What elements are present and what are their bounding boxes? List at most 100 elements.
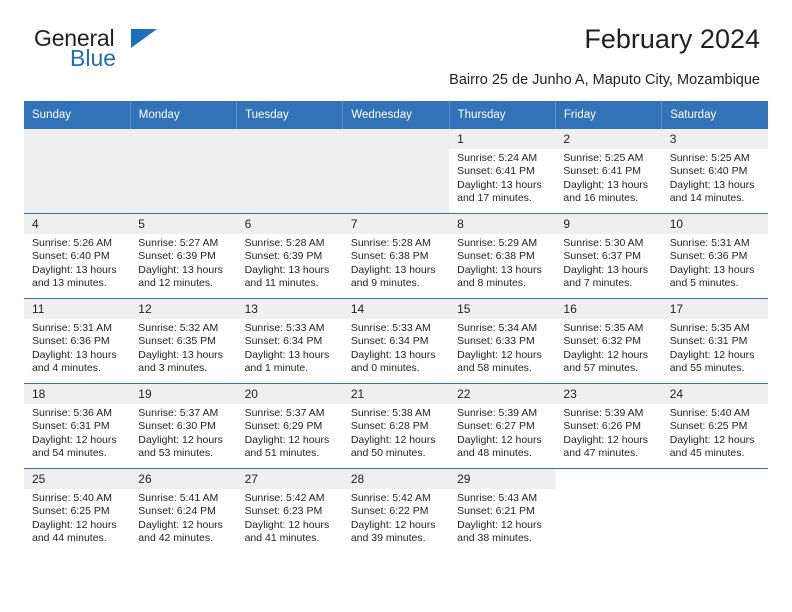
calendar-day-cell[interactable]: 2 Sunrise: 5:25 AM Sunset: 6:41 PM Daylight… — [555, 128, 662, 214]
calendar-day-cell[interactable]: 13 Sunrise: 5:33 AM Sunset: 6:34 PM Dayligh… — [236, 298, 343, 384]
calendar-day-cell[interactable]: 17 Sunrise: 5:35 AM Sunset: 6:31 PM Dayligh… — [661, 298, 768, 384]
sunset-text: Sunset: 6:41 PM — [457, 165, 535, 178]
calendar-day-cell[interactable]: 3 Sunrise: 5:25 AM Sunset: 6:40 PM Daylight… — [661, 128, 768, 214]
calendar-day-cell[interactable]: 4 Sunrise: 5:26 AM Sunset: 6:40 PM Daylight… — [24, 213, 131, 299]
calendar-day-cell[interactable]: 11 Sunrise: 5:31 AM Sunset: 6:36 PM Dayligh… — [24, 298, 131, 384]
day-number: 15 — [449, 299, 556, 319]
general-blue-logo[interactable]: General Blue — [34, 26, 204, 76]
day-details: Sunrise: 5:28 AM Sunset: 6:39 PM Daylight:… — [237, 234, 343, 291]
weekday-header-saturday: Saturday — [661, 101, 768, 129]
calendar-day-cell[interactable]: 26 Sunrise: 5:41 AM Sunset: 6:24 PM Dayligh… — [130, 468, 237, 553]
day-number: 13 — [236, 299, 343, 319]
day-details: Sunrise: 5:24 AM Sunset: 6:41 PM Daylight:… — [449, 149, 555, 206]
blue-triangle-icon — [131, 29, 157, 48]
sunrise-text: Sunrise: 5:28 AM — [350, 237, 431, 249]
day-number: 26 — [130, 469, 237, 489]
day-details: Sunrise: 5:34 AM Sunset: 6:33 PM Daylight:… — [449, 319, 555, 376]
calendar-day-cell[interactable]: 15 Sunrise: 5:34 AM Sunset: 6:33 PM Dayligh… — [449, 298, 556, 384]
sunrise-text: Sunrise: 5:31 AM — [669, 237, 750, 249]
daylight-text: Daylight: 12 hours and 57 minutes. — [563, 348, 649, 375]
sunset-text: Sunset: 6:41 PM — [563, 165, 642, 178]
calendar-day-cell[interactable]: 10 Sunrise: 5:31 AM Sunset: 6:36 PM Dayligh… — [661, 213, 768, 299]
daylight-text: Daylight: 12 hours and 42 minutes. — [138, 518, 223, 545]
day-details: Sunrise: 5:32 AM Sunset: 6:35 PM Daylight:… — [130, 319, 236, 376]
calendar-day-cell[interactable]: 6 Sunrise: 5:28 AM Sunset: 6:39 PM Daylight… — [236, 213, 343, 299]
day-number: 28 — [342, 469, 450, 489]
day-number: 21 — [342, 384, 450, 404]
calendar-day-cell[interactable]: 12 Sunrise: 5:32 AM Sunset: 6:35 PM Dayligh… — [130, 298, 237, 384]
sunset-text: Sunset: 6:36 PM — [32, 335, 110, 348]
sunset-text: Sunset: 6:36 PM — [669, 250, 748, 263]
calendar-day-cell[interactable]: 16 Sunrise: 5:35 AM Sunset: 6:32 PM Dayligh… — [555, 298, 662, 384]
sunrise-text: Sunrise: 5:30 AM — [563, 237, 644, 249]
daylight-text: Daylight: 13 hours and 14 minutes. — [669, 178, 755, 205]
calendar-day-cell[interactable]: 21 Sunrise: 5:38 AM Sunset: 6:28 PM Dayligh… — [342, 383, 450, 469]
sunrise-text: Sunrise: 5:32 AM — [138, 322, 219, 334]
calendar-day-cell[interactable]: 24 Sunrise: 5:40 AM Sunset: 6:25 PM Dayligh… — [661, 383, 768, 469]
calendar-day-cell[interactable]: 27 Sunrise: 5:42 AM Sunset: 6:23 PM Dayligh… — [236, 468, 343, 553]
day-number: 5 — [130, 214, 237, 234]
day-number: 12 — [130, 299, 237, 319]
daylight-text: Daylight: 12 hours and 41 minutes. — [244, 518, 330, 545]
weekday-header-wednesday: Wednesday — [342, 101, 450, 129]
day-details: Sunrise: 5:28 AM Sunset: 6:38 PM Daylight:… — [343, 234, 449, 291]
daylight-text: Daylight: 12 hours and 53 minutes. — [138, 433, 223, 460]
day-number: 11 — [24, 299, 131, 319]
calendar-day-cell[interactable]: 23 Sunrise: 5:39 AM Sunset: 6:26 PM Dayligh… — [555, 383, 662, 469]
sunrise-text: Sunrise: 5:39 AM — [457, 407, 538, 419]
day-number: 7 — [342, 214, 450, 234]
sunset-text: Sunset: 6:40 PM — [32, 250, 110, 263]
day-number: 10 — [661, 214, 768, 234]
sunset-text: Sunset: 6:24 PM — [138, 505, 216, 518]
calendar-day-cell[interactable]: 25 Sunrise: 5:40 AM Sunset: 6:25 PM Dayligh… — [24, 468, 131, 553]
sunrise-text: Sunrise: 5:33 AM — [350, 322, 431, 334]
calendar-body: 1 Sunrise: 5:24 AM Sunset: 6:41 PM Daylight… — [24, 128, 768, 553]
daylight-text: Daylight: 12 hours and 45 minutes. — [669, 433, 755, 460]
calendar-day-cell[interactable]: 14 Sunrise: 5:33 AM Sunset: 6:34 PM Dayligh… — [342, 298, 450, 384]
day-number: 3 — [661, 129, 768, 149]
calendar-day-cell[interactable]: 20 Sunrise: 5:37 AM Sunset: 6:29 PM Dayligh… — [236, 383, 343, 469]
sunrise-text: Sunrise: 5:28 AM — [244, 237, 325, 249]
calendar-day-cell[interactable]: 9 Sunrise: 5:30 AM Sunset: 6:37 PM Daylight… — [555, 213, 662, 299]
sunset-text: Sunset: 6:34 PM — [244, 335, 323, 348]
calendar-day-cell[interactable]: 28 Sunrise: 5:42 AM Sunset: 6:22 PM Dayligh… — [342, 468, 450, 553]
calendar-day-cell[interactable]: 5 Sunrise: 5:27 AM Sunset: 6:39 PM Daylight… — [130, 213, 237, 299]
day-number: 6 — [236, 214, 343, 234]
sunset-text: Sunset: 6:35 PM — [138, 335, 216, 348]
day-details: Sunrise: 5:41 AM Sunset: 6:24 PM Daylight:… — [130, 489, 236, 546]
day-details: Sunrise: 5:33 AM Sunset: 6:34 PM Daylight:… — [237, 319, 343, 376]
sunrise-text: Sunrise: 5:36 AM — [32, 407, 112, 419]
weekday-header-tuesday: Tuesday — [236, 101, 344, 129]
calendar-day-cell[interactable]: 19 Sunrise: 5:37 AM Sunset: 6:30 PM Dayligh… — [130, 383, 237, 469]
calendar-day-cell[interactable]: 29 Sunrise: 5:43 AM Sunset: 6:21 PM Dayligh… — [449, 468, 556, 553]
calendar-day-cell[interactable]: 22 Sunrise: 5:39 AM Sunset: 6:27 PM Dayligh… — [449, 383, 556, 469]
daylight-text: Daylight: 13 hours and 17 minutes. — [457, 178, 542, 205]
day-number: 9 — [555, 214, 662, 234]
sunrise-text: Sunrise: 5:43 AM — [457, 492, 538, 504]
calendar-day-cell[interactable]: 18 Sunrise: 5:36 AM Sunset: 6:31 PM Dayligh… — [24, 383, 131, 469]
day-details: Sunrise: 5:26 AM Sunset: 6:40 PM Daylight:… — [24, 234, 130, 291]
calendar-day-cell[interactable]: 8 Sunrise: 5:29 AM Sunset: 6:38 PM Daylight… — [449, 213, 556, 299]
day-details: Sunrise: 5:30 AM Sunset: 6:37 PM Daylight:… — [555, 234, 661, 291]
daylight-text: Daylight: 12 hours and 47 minutes. — [563, 433, 649, 460]
daylight-text: Daylight: 13 hours and 9 minutes. — [350, 263, 436, 290]
calendar-page: General Blue February 2024 Bairro 25 de … — [0, 0, 792, 612]
empty-cell-fill — [24, 129, 131, 213]
sunset-text: Sunset: 6:38 PM — [457, 250, 535, 263]
day-details: Sunrise: 5:38 AM Sunset: 6:28 PM Daylight:… — [343, 404, 449, 461]
calendar-day-cell[interactable]: 7 Sunrise: 5:28 AM Sunset: 6:38 PM Daylight… — [342, 213, 450, 299]
day-number: 24 — [661, 384, 768, 404]
daylight-text: Daylight: 13 hours and 11 minutes. — [244, 263, 330, 290]
weekday-header-row: Sunday Monday Tuesday Wednesday Thursday… — [24, 101, 768, 129]
sunrise-text: Sunrise: 5:25 AM — [669, 152, 750, 164]
sunrise-text: Sunrise: 5:40 AM — [669, 407, 750, 419]
day-number: 27 — [236, 469, 343, 489]
page-title: February 2024 — [584, 24, 760, 54]
sunset-text: Sunset: 6:31 PM — [32, 420, 110, 433]
sunrise-text: Sunrise: 5:34 AM — [457, 322, 538, 334]
day-number: 2 — [555, 129, 662, 149]
calendar-day-cell[interactable]: 1 Sunrise: 5:24 AM Sunset: 6:41 PM Daylight… — [449, 128, 556, 214]
day-number: 25 — [24, 469, 131, 489]
calendar-week-row: 25 Sunrise: 5:40 AM Sunset: 6:25 PM Dayligh… — [24, 468, 768, 553]
daylight-text: Daylight: 13 hours and 0 minutes. — [350, 348, 436, 375]
